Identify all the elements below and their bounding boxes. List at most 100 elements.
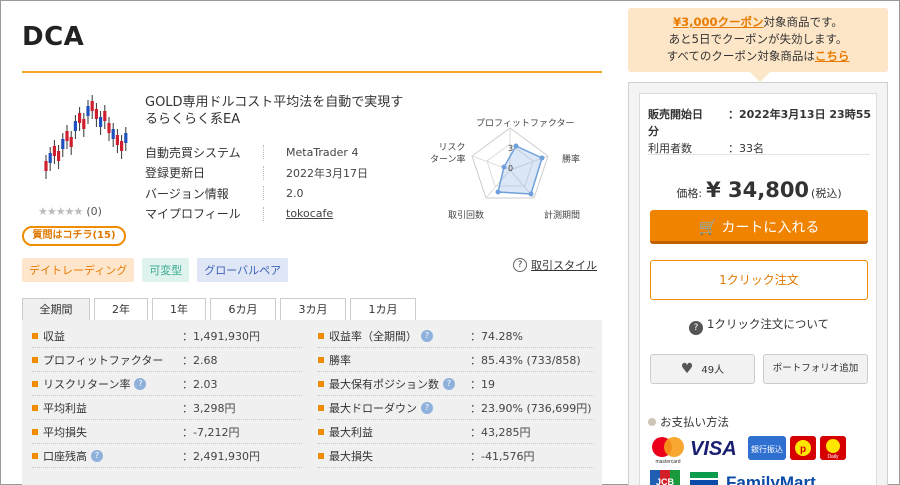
tab-1m[interactable]: 1カ月	[350, 298, 416, 320]
info-row: マイプロフィール tokocafe	[145, 204, 368, 225]
stat-value: ：3,298円	[182, 401, 236, 415]
radar-value-shape	[497, 145, 543, 195]
stat-row: リスクリターン率? ：2.03	[32, 372, 302, 396]
thumbnail-candle	[48, 153, 52, 163]
stat-row: 平均利益 ：3,298円	[32, 396, 302, 420]
favorite-button[interactable]: ♥ 49人	[650, 354, 755, 384]
svg-text:p: p	[800, 444, 806, 455]
question-button[interactable]: 質問はコチラ(15)	[22, 226, 126, 246]
info-row: 登録更新日 2022年3月17日	[145, 163, 368, 184]
svg-text:銀行振込: 銀行振込	[751, 444, 783, 454]
price-label: 価格:	[676, 187, 703, 200]
stat-row: 勝率 ：85.43% (733/858)	[318, 348, 594, 372]
stat-value: ：2,491,930円	[182, 449, 260, 463]
help-icon[interactable]: ?	[421, 401, 433, 414]
thumbnail-candle	[57, 151, 61, 161]
product-thumbnail	[44, 95, 128, 179]
stat-value: ：2.03	[182, 377, 218, 391]
coupon-amount-link[interactable]: ¥3,000クーポン	[673, 15, 763, 29]
coupon-products-link[interactable]: こちら	[815, 49, 850, 63]
favorite-count: 49人	[701, 365, 725, 376]
stat-row: 収益率（全期間）? ：74.28%	[318, 324, 594, 348]
info-separator	[263, 206, 264, 221]
stats-column-right: 収益率（全期間）? ：74.28% 勝率 ：85.43% (733/858) 最大保…	[318, 324, 594, 468]
thumbnail-candle	[120, 141, 124, 151]
thumbnail-candle	[78, 113, 82, 123]
radar-chart: プロフィットファクター 勝率 計測期間 取引回数 リスク ターン率 3 0	[420, 112, 600, 222]
thumbnail-candle	[94, 109, 98, 119]
stat-value: ：19	[470, 377, 495, 391]
radar-tick: 0	[508, 164, 514, 173]
price-tax: (税込)	[811, 187, 842, 200]
info-separator	[263, 165, 264, 180]
period-tabs: 全期間 2年 1年 6カ月 3カ月 1カ月	[22, 298, 420, 320]
payment-title-label: お支払い方法	[660, 415, 729, 429]
one-click-order-button[interactable]: 1クリック注文	[650, 260, 868, 300]
payment-logos: mastercard VISA 銀行振込 p Daily JCB FamilyM…	[650, 436, 846, 485]
help-icon[interactable]: ?	[91, 449, 103, 462]
thumbnail-candle	[124, 133, 128, 143]
coupon-notice: ¥3,000クーポン対象商品です。 あと5日でクーポンが失効します。 すべてのク…	[628, 8, 888, 72]
tab-2y[interactable]: 2年	[94, 298, 148, 320]
purchase-sidebar: 販売開始日 ：2022年3月13日 23時55分 利用者数 ：33名 価格: ¥ 34…	[628, 82, 888, 485]
one-click-about-link[interactable]: ? 1クリック注文について	[640, 316, 878, 335]
info-separator	[263, 186, 264, 201]
svg-text:mastercard: mastercard	[655, 459, 680, 465]
thumbnail-candle	[86, 106, 90, 116]
rakuten-pay-icon: p	[790, 436, 816, 460]
info-label: 登録更新日	[145, 166, 206, 181]
tab-all[interactable]: 全期間	[22, 298, 90, 320]
trade-style-link[interactable]: ? 取引スタイル	[513, 257, 597, 273]
price-value: ¥ 34,800	[706, 178, 810, 202]
tag-day-trading[interactable]: デイトレーディング	[22, 258, 135, 282]
tag-global-pair[interactable]: グローバルペア	[197, 258, 289, 282]
thumbnail-candle	[99, 117, 103, 127]
profile-link[interactable]: tokocafe	[286, 207, 333, 220]
radar-tick: 3	[508, 144, 514, 153]
help-icon[interactable]: ?	[421, 329, 433, 342]
add-to-cart-button[interactable]: 🛒 カートに入れる	[650, 210, 868, 244]
stat-label: 勝率	[329, 353, 351, 367]
stat-label: 最大利益	[329, 425, 373, 439]
product-description: GOLD専用ドルコスト平均法を自動で実現するらくらく系EA	[145, 95, 404, 127]
stat-label: 収益	[43, 329, 65, 343]
help-icon: ?	[513, 258, 527, 272]
thumbnail-candle	[82, 119, 86, 129]
add-portfolio-button[interactable]: ポートフォリオ追加	[763, 354, 868, 384]
one-click-about-label: 1クリック注文について	[707, 317, 829, 331]
radar-label-trade-count: 取引回数	[448, 211, 485, 221]
tab-1y[interactable]: 1年	[152, 298, 206, 320]
tag-variable[interactable]: 可変型	[142, 258, 190, 282]
tab-3m[interactable]: 3カ月	[280, 298, 346, 320]
help-icon[interactable]: ?	[134, 377, 147, 390]
radar-label-win-rate: 勝率	[562, 155, 581, 165]
info-label: マイプロフィール	[145, 207, 241, 222]
release-date-label: 販売開始日	[648, 108, 703, 121]
stat-label: 収益率（全期間）	[329, 329, 417, 343]
svg-text:VISA: VISA	[690, 438, 737, 460]
purchase-box: 販売開始日 ：2022年3月13日 23時55分 利用者数 ：33名 価格: ¥ 34…	[639, 93, 877, 485]
radar-label-profit-factor: プロフィットファクター	[476, 119, 575, 129]
radar-label-risk-return: リスク ターン率	[430, 143, 466, 165]
rakuten-daily-icon: Daily	[820, 436, 846, 460]
stat-value: ：-41,576円	[470, 449, 535, 463]
familymart-icon: FamilyMart	[690, 472, 816, 485]
stat-label: 平均利益	[43, 401, 87, 415]
help-icon[interactable]: ?	[443, 377, 455, 390]
coupon-pointer	[750, 72, 770, 82]
thumbnail-candle	[115, 135, 119, 145]
stats-column-left: 収益 ：1,491,930円 プロフィットファクター ：2.68 リスクリターン率?…	[32, 324, 302, 468]
stat-value: ：23.90% (736,699円)	[470, 401, 592, 415]
help-icon: ?	[689, 321, 703, 335]
thumbnail-candle	[107, 123, 111, 133]
bank-transfer-icon: 銀行振込	[748, 436, 786, 460]
stat-label: プロフィットファクター	[43, 353, 164, 367]
stat-row: 平均損失 ：-7,212円	[32, 420, 302, 444]
thumbnail-candle	[44, 161, 48, 171]
mastercard-icon: mastercard	[652, 437, 684, 465]
thumbnail-candle	[103, 111, 107, 121]
coupon-text: 対象商品です。	[763, 15, 843, 29]
tab-6m[interactable]: 6カ月	[210, 298, 276, 320]
svg-text:Daily: Daily	[827, 454, 839, 460]
tag-list: デイトレーディング 可変型 グローバルペア	[22, 258, 289, 282]
